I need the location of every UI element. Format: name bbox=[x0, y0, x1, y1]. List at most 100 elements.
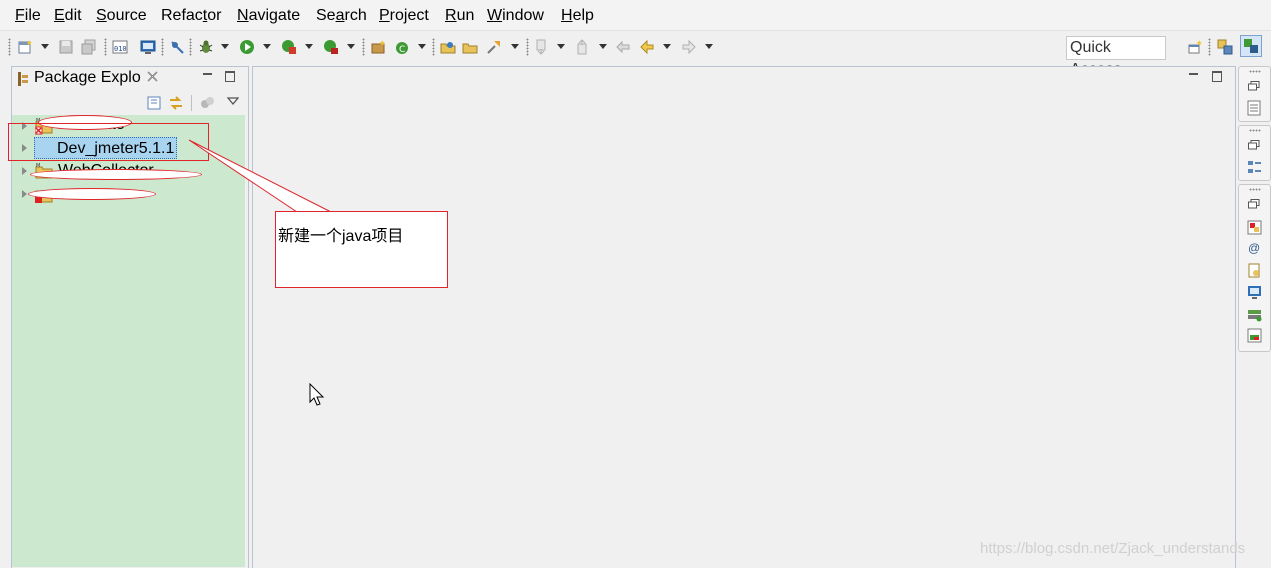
menu-source-mnemonic: S bbox=[96, 7, 107, 24]
new-dropdown-icon[interactable] bbox=[41, 44, 49, 49]
new-class-dropdown-icon[interactable] bbox=[418, 44, 426, 49]
forward-arrow-icon[interactable] bbox=[681, 39, 697, 55]
menu-window[interactable]: Window bbox=[487, 6, 544, 26]
watermark: https://blog.csdn.net/Zjack_understands bbox=[980, 540, 1246, 557]
menu-project-mnemonic: P bbox=[379, 7, 390, 24]
menu-refactor-label: or bbox=[207, 7, 222, 24]
external-tools-dropdown-icon[interactable] bbox=[347, 44, 355, 49]
close-view-icon[interactable] bbox=[147, 71, 158, 82]
debug-perspective-icon[interactable] bbox=[1217, 39, 1233, 55]
forward-dropdown-icon[interactable] bbox=[705, 44, 713, 49]
coverage-dropdown-icon[interactable] bbox=[305, 44, 313, 49]
trim-grip[interactable] bbox=[1249, 70, 1261, 73]
expand-icon[interactable] bbox=[22, 190, 27, 198]
trim-grip[interactable] bbox=[1249, 188, 1261, 191]
menu-help[interactable]: Help bbox=[561, 6, 594, 26]
outline-icon[interactable] bbox=[1247, 160, 1262, 175]
tree-item-project[interactable] bbox=[12, 183, 245, 205]
minimize-view-icon[interactable] bbox=[203, 73, 212, 75]
servers-icon[interactable] bbox=[1247, 307, 1262, 322]
toolbar-grip bbox=[432, 38, 435, 56]
maximize-view-icon[interactable] bbox=[225, 71, 235, 82]
toolbar-grip[interactable] bbox=[8, 38, 11, 56]
menu-run-label: un bbox=[456, 7, 475, 24]
menu-edit-label: dit bbox=[64, 7, 82, 24]
menu-edit[interactable]: Edit bbox=[54, 6, 82, 26]
javadoc-icon[interactable]: @ bbox=[1248, 241, 1260, 255]
collapse-all-icon[interactable] bbox=[147, 96, 161, 110]
open-perspective-icon[interactable] bbox=[1187, 39, 1203, 55]
save-all-icon[interactable] bbox=[81, 39, 97, 55]
new-package-icon[interactable] bbox=[370, 39, 386, 55]
debug-dropdown-icon[interactable] bbox=[221, 44, 229, 49]
restore-icon[interactable] bbox=[1248, 81, 1260, 91]
problems-icon[interactable] bbox=[1247, 220, 1262, 235]
previous-annotation-icon[interactable] bbox=[575, 39, 591, 55]
skip-breakpoints-icon[interactable] bbox=[169, 39, 185, 55]
quick-access-field[interactable]: Quick Access bbox=[1066, 36, 1166, 78]
menu-navigate-mnemonic: N bbox=[237, 7, 249, 24]
run-dropdown-icon[interactable] bbox=[263, 44, 271, 49]
annotation-callout-text: 新建一个java项目 bbox=[278, 228, 404, 245]
menu-run-mnemonic: R bbox=[445, 7, 457, 24]
binary-icon[interactable]: 010 bbox=[112, 39, 128, 55]
menu-project-label: roject bbox=[389, 7, 429, 24]
menu-help-label: elp bbox=[572, 7, 594, 24]
toolbar-grip bbox=[189, 38, 192, 56]
view-menu-icon[interactable] bbox=[227, 97, 239, 105]
trim-grip[interactable] bbox=[1249, 129, 1261, 132]
external-tools-icon[interactable] bbox=[323, 39, 339, 55]
console-view-icon[interactable] bbox=[1247, 285, 1262, 300]
expand-icon[interactable] bbox=[22, 167, 27, 175]
debug-icon[interactable] bbox=[198, 39, 214, 55]
tree-item-project[interactable]: M WebCollector bbox=[12, 160, 245, 182]
mouse-cursor-icon bbox=[309, 383, 325, 406]
menu-search[interactable]: Search bbox=[316, 6, 367, 26]
menu-project[interactable]: Project bbox=[379, 6, 429, 26]
declaration-icon[interactable] bbox=[1247, 263, 1262, 278]
new-icon[interactable] bbox=[17, 39, 33, 55]
view-toolbar-separator bbox=[191, 95, 192, 111]
minimize-editor-icon[interactable] bbox=[1189, 73, 1198, 75]
menu-refactor[interactable]: Refactor bbox=[161, 6, 221, 26]
open-folder-icon[interactable] bbox=[462, 39, 478, 55]
trim-stack-outline bbox=[1238, 125, 1271, 181]
menu-source-label: ource bbox=[106, 7, 147, 24]
save-icon[interactable] bbox=[58, 39, 74, 55]
data-source-icon[interactable] bbox=[1247, 328, 1262, 343]
trim-stack-bottom-views: @ bbox=[1238, 184, 1271, 352]
menu-navigate[interactable]: Navigate bbox=[237, 6, 300, 26]
coverage-icon[interactable] bbox=[281, 39, 297, 55]
task-list-icon[interactable] bbox=[1247, 100, 1261, 116]
menu-file[interactable]: File bbox=[15, 6, 41, 26]
menu-source[interactable]: Source bbox=[96, 6, 147, 26]
menu-navigate-label: avigate bbox=[248, 7, 301, 24]
menu-window-label: indow bbox=[502, 7, 544, 24]
link-with-editor-icon[interactable] bbox=[168, 95, 184, 111]
svg-text:010: 010 bbox=[114, 45, 127, 53]
search-dropdown-icon[interactable] bbox=[511, 44, 519, 49]
menu-help-mnemonic: H bbox=[561, 7, 573, 24]
open-type-icon[interactable] bbox=[440, 39, 456, 55]
menu-search-label: rch bbox=[344, 7, 367, 24]
back-arrow-icon[interactable] bbox=[639, 39, 655, 55]
console-icon[interactable] bbox=[140, 39, 156, 55]
svg-text:C: C bbox=[399, 45, 405, 55]
maximize-editor-icon[interactable] bbox=[1212, 71, 1222, 82]
new-class-icon[interactable]: C bbox=[394, 39, 410, 55]
run-icon[interactable] bbox=[239, 39, 255, 55]
next-annotation-dropdown-icon[interactable] bbox=[557, 44, 565, 49]
next-annotation-icon[interactable] bbox=[534, 39, 550, 55]
back-dropdown-icon[interactable] bbox=[663, 44, 671, 49]
menu-run[interactable]: Run bbox=[445, 6, 474, 26]
search-torch-icon[interactable] bbox=[486, 39, 502, 55]
annotation-highlight-box bbox=[8, 123, 209, 161]
editor-area[interactable] bbox=[252, 66, 1236, 568]
restore-icon[interactable] bbox=[1248, 199, 1260, 209]
restore-icon[interactable] bbox=[1248, 140, 1260, 150]
previous-annotation-dropdown-icon[interactable] bbox=[599, 44, 607, 49]
java-perspective-icon[interactable] bbox=[1240, 35, 1262, 57]
last-edit-icon[interactable] bbox=[615, 39, 631, 55]
focus-task-icon[interactable] bbox=[200, 96, 215, 110]
redaction-mark bbox=[30, 169, 202, 180]
